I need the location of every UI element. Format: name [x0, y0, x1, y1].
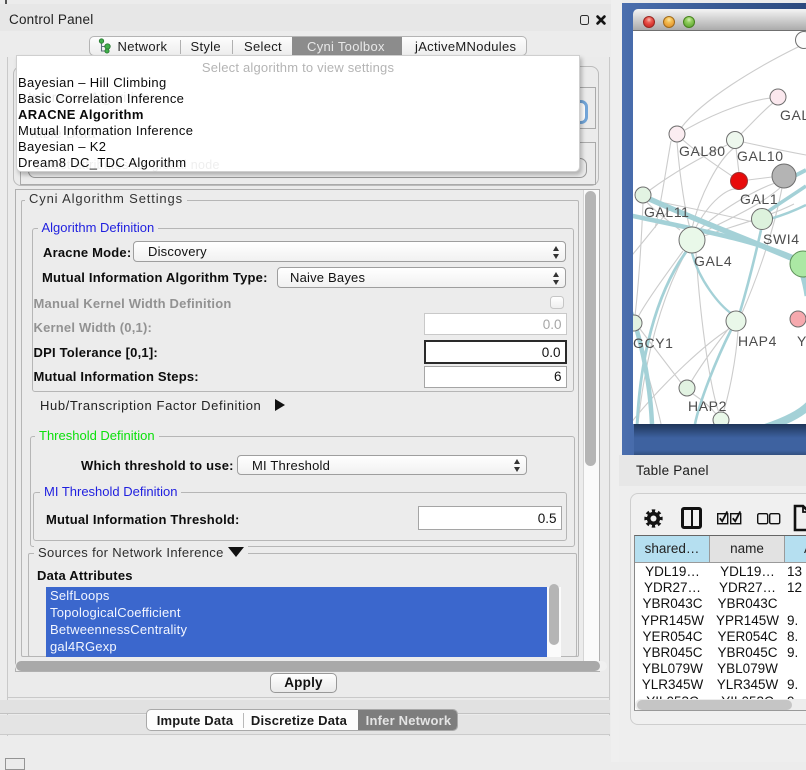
svg-text:YM: YM: [797, 333, 806, 349]
svg-text:GAL10: GAL10: [737, 148, 784, 164]
svg-text:GAL80: GAL80: [679, 143, 726, 159]
svg-text:HAP2: HAP2: [688, 398, 727, 414]
svg-text:GAL1: GAL1: [740, 191, 778, 207]
svg-text:GAL11: GAL11: [644, 204, 690, 220]
svg-text:GAL2: GAL2: [780, 107, 806, 123]
svg-text:GCY1: GCY1: [633, 335, 674, 351]
svg-text:GAL4: GAL4: [694, 253, 732, 269]
svg-text:HAP4: HAP4: [738, 333, 777, 349]
svg-text:SWI4: SWI4: [763, 231, 800, 247]
